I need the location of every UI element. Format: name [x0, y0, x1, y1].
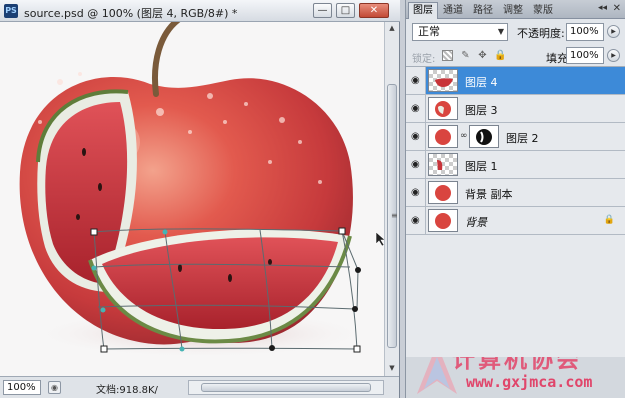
document-title-bar[interactable]: PS source.psd @ 100% (图层 4, RGB/8#) * — …	[0, 0, 400, 22]
eye-icon: ◉	[411, 215, 420, 226]
image-canvas[interactable]	[0, 22, 384, 376]
lock-transparency-icon[interactable]	[442, 50, 453, 61]
opacity-label: 不透明度:	[517, 27, 565, 40]
vertical-scroll-thumb[interactable]: ≡	[387, 84, 398, 348]
layer-name[interactable]: 图层 2	[506, 130, 539, 146]
canvas-artwork	[19, 22, 384, 358]
panel-tab-bar: 图层 通道 路径 调整 蒙版 ◂◂ ✕	[406, 0, 625, 19]
visibility-toggle[interactable]: ◉	[406, 151, 426, 178]
horizontal-scroll-thumb[interactable]	[201, 383, 371, 392]
eye-icon: ◉	[411, 103, 420, 114]
lock-icon: 🔒	[603, 215, 615, 225]
document-title: source.psd @ 100% (图层 4, RGB/8#) *	[24, 7, 238, 20]
lock-position-icon[interactable]: ✥	[477, 50, 488, 61]
document-status-bar: 100% ◉ 文档:918.8K/	[0, 376, 399, 398]
layer-thumbnail	[428, 97, 458, 120]
visibility-toggle[interactable]: ◉	[406, 123, 426, 150]
mask-link-icon[interactable]: ∞	[460, 131, 468, 141]
fill-slider-toggle-icon[interactable]: ▶	[607, 49, 620, 62]
layer-name[interactable]: 背景	[465, 214, 487, 230]
blend-mode-select[interactable]: 正常 ▼	[412, 23, 508, 41]
close-button[interactable]: ✕	[359, 3, 389, 18]
layer-thumbnail	[428, 69, 458, 92]
chevron-down-icon: ▼	[497, 27, 504, 36]
collapse-panel-icon[interactable]: ◂◂	[598, 3, 607, 13]
layer-name[interactable]: 背景 副本	[465, 186, 513, 202]
panel-footer: 计算机协会 www.gxjmca.com	[406, 357, 625, 398]
apple-stem	[152, 22, 181, 97]
tab-masks[interactable]: 蒙版	[528, 2, 558, 19]
blend-options-row: 正常 ▼ 不透明度: 100% ▶	[406, 19, 625, 45]
lock-paint-icon[interactable]: ✎	[460, 50, 471, 61]
eye-icon: ◉	[411, 131, 420, 142]
opacity-slider-toggle-icon[interactable]: ▶	[607, 25, 620, 38]
layer-row-background-copy[interactable]: ◉ 背景 副本	[406, 179, 625, 207]
mouse-cursor-icon	[375, 231, 384, 247]
visibility-toggle[interactable]: ◉	[406, 95, 426, 122]
layer-thumbnail	[428, 125, 458, 148]
layer-name[interactable]: 图层 4	[465, 74, 498, 90]
layer-row-layer-3[interactable]: ◉ 图层 3	[406, 95, 625, 123]
layer-row-layer-2[interactable]: ◉ ∞ 图层 2	[406, 123, 625, 151]
layers-panel: 图层 通道 路径 调整 蒙版 ◂◂ ✕ 正常 ▼ 不透明度: 100% ▶ 锁定…	[405, 0, 625, 398]
layer-name[interactable]: 图层 3	[465, 102, 498, 118]
tab-paths[interactable]: 路径	[468, 2, 498, 19]
layer-name[interactable]: 图层 1	[465, 158, 498, 174]
status-menu-icon[interactable]: ◉	[48, 381, 61, 394]
eye-icon: ◉	[411, 187, 420, 198]
opacity-input[interactable]: 100%	[566, 23, 604, 41]
document-size-info: 文档:918.8K/	[96, 385, 158, 396]
layer-row-background[interactable]: ◉ 背景 🔒	[406, 207, 625, 235]
zoom-level-field[interactable]: 100%	[3, 380, 41, 395]
lock-label: 锁定:	[412, 54, 436, 65]
visibility-toggle[interactable]: ◉	[406, 207, 426, 234]
close-panel-icon[interactable]: ✕	[613, 3, 621, 14]
layer-mask-thumbnail[interactable]	[469, 125, 499, 148]
document-window: PS source.psd @ 100% (图层 4, RGB/8#) * — …	[0, 0, 400, 398]
vertical-scrollbar[interactable]: ▲ ≡ ▼	[384, 22, 399, 376]
minimize-button[interactable]: —	[313, 3, 332, 18]
layer-thumbnail	[428, 209, 458, 232]
watermark-text: 计算机协会	[452, 357, 582, 373]
lock-options-row: 锁定: ✎ ✥ 🔒 填充: 100% ▶	[406, 45, 625, 67]
scroll-up-icon[interactable]: ▲	[387, 24, 397, 34]
fill-input[interactable]: 100%	[566, 47, 604, 64]
tab-adjustments[interactable]: 调整	[498, 2, 528, 19]
photoshop-doc-icon: PS	[4, 4, 18, 18]
eye-icon: ◉	[411, 159, 420, 170]
lock-all-icon[interactable]: 🔒	[494, 50, 506, 61]
maximize-button[interactable]: □	[336, 3, 355, 18]
watermark-url: www.gxjmca.com	[466, 373, 593, 391]
tab-channels[interactable]: 通道	[438, 2, 468, 19]
layer-row-layer-4[interactable]: ◉ 图层 4	[406, 67, 625, 95]
layer-row-layer-1[interactable]: ◉ 图层 1	[406, 151, 625, 179]
blend-mode-value: 正常	[418, 25, 440, 38]
layer-thumbnail	[428, 181, 458, 204]
tab-layers[interactable]: 图层	[408, 2, 438, 19]
eye-icon: ◉	[411, 75, 420, 86]
layer-thumbnail	[428, 153, 458, 176]
scroll-grip-icon: ≡	[391, 211, 398, 220]
visibility-toggle[interactable]: ◉	[406, 67, 426, 94]
layer-list: ◉ 图层 4 ◉ 图层 3 ◉ ∞ 图层 2 ◉ 图层 1 ◉ 背景 副本 ◉ …	[406, 67, 625, 357]
scroll-down-icon[interactable]: ▼	[387, 364, 397, 374]
horizontal-scrollbar[interactable]	[188, 380, 384, 395]
visibility-toggle[interactable]: ◉	[406, 179, 426, 206]
